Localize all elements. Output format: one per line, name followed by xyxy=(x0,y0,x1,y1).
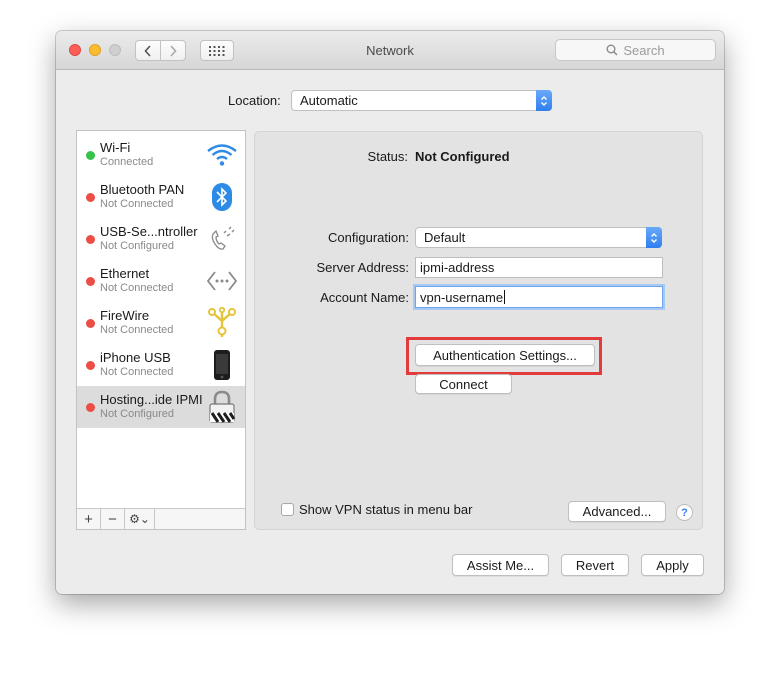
service-status: Connected xyxy=(100,156,154,168)
service-item-hosting-ipmi[interactable]: Hosting...ide IPMI Not Configured xyxy=(77,386,245,428)
service-name: Bluetooth PAN xyxy=(100,182,185,197)
popup-arrows-icon xyxy=(536,90,552,111)
service-name: FireWire xyxy=(100,308,150,323)
service-item-firewire[interactable]: FireWire Not Connected xyxy=(77,302,245,344)
highlight-box xyxy=(406,337,602,375)
status-dot xyxy=(86,235,95,244)
service-list: Wi-Fi Connected Bluetooth PAN Not Connec… xyxy=(76,130,246,530)
network-preferences-window: Network Search Location: Automatic Wi-Fi… xyxy=(56,31,724,594)
connect-button[interactable]: Connect xyxy=(415,374,512,394)
text-cursor xyxy=(504,290,506,304)
show-vpn-status-checkbox[interactable] xyxy=(281,503,294,516)
service-item-iphone-usb[interactable]: iPhone USB Not Connected xyxy=(77,344,245,386)
configuration-label: Configuration: xyxy=(328,230,409,245)
search-icon xyxy=(606,44,618,56)
service-name: Ethernet xyxy=(100,266,150,281)
location-popup[interactable]: Automatic xyxy=(291,90,552,111)
phone-icon xyxy=(205,222,239,256)
remove-service-button[interactable]: − xyxy=(101,509,125,529)
configuration-value: Default xyxy=(424,230,466,245)
firewire-icon xyxy=(205,306,239,340)
apply-button[interactable]: Apply xyxy=(641,554,704,576)
popup-arrows-icon xyxy=(646,227,662,248)
server-address-field[interactable]: ipmi-address xyxy=(415,257,663,278)
bluetooth-icon xyxy=(205,180,239,214)
advanced-button[interactable]: Advanced... xyxy=(568,501,666,522)
search-placeholder: Search xyxy=(623,42,665,58)
account-name-field[interactable]: vpn-username xyxy=(415,286,663,308)
service-status: Not Connected xyxy=(100,366,174,378)
service-name: Hosting...ide IPMI xyxy=(100,392,203,407)
location-value: Automatic xyxy=(300,93,358,108)
service-name: Wi-Fi xyxy=(100,140,131,155)
service-item-usb-serial[interactable]: USB-Se...ntroller Not Configured xyxy=(77,218,245,260)
service-status: Not Configured xyxy=(100,240,174,252)
service-list-controls: + − ⚙⌄ xyxy=(77,508,245,529)
assist-me-button[interactable]: Assist Me... xyxy=(452,554,549,576)
gear-menu-button[interactable]: ⚙⌄ xyxy=(125,509,155,529)
service-name: iPhone USB xyxy=(100,350,171,365)
service-status: Not Configured xyxy=(100,408,174,420)
detail-panel xyxy=(254,131,703,530)
revert-button[interactable]: Revert xyxy=(561,554,629,576)
help-button[interactable]: ? xyxy=(676,504,693,521)
service-item-wifi[interactable]: Wi-Fi Connected xyxy=(77,134,245,176)
service-status: Not Connected xyxy=(100,282,174,294)
service-status: Not Connected xyxy=(100,198,174,210)
status-dot xyxy=(86,403,95,412)
status-dot xyxy=(86,319,95,328)
status-label: Status: xyxy=(367,149,408,164)
status-dot xyxy=(86,277,95,286)
status-dot xyxy=(86,193,95,202)
status-value: Not Configured xyxy=(415,149,510,164)
search-field[interactable]: Search xyxy=(555,39,716,61)
account-name-label: Account Name: xyxy=(320,290,409,305)
wifi-icon xyxy=(205,138,239,172)
location-label: Location: xyxy=(228,93,281,108)
server-address-label: Server Address: xyxy=(316,260,410,275)
service-status: Not Connected xyxy=(100,324,174,336)
iphone-icon xyxy=(205,348,239,382)
show-vpn-status-label: Show VPN status in menu bar xyxy=(299,502,473,517)
vpn-lock-icon xyxy=(205,390,239,424)
title-bar: Network Search xyxy=(56,31,724,70)
service-item-bluetooth-pan[interactable]: Bluetooth PAN Not Connected xyxy=(77,176,245,218)
add-service-button[interactable]: + xyxy=(77,509,101,529)
account-name-value: vpn-username xyxy=(420,289,504,305)
configuration-popup[interactable]: Default xyxy=(415,227,662,248)
service-item-ethernet[interactable]: Ethernet Not Connected xyxy=(77,260,245,302)
status-dot xyxy=(86,361,95,370)
status-dot xyxy=(86,151,95,160)
service-name: USB-Se...ntroller xyxy=(100,224,198,239)
ethernet-icon xyxy=(205,264,239,298)
